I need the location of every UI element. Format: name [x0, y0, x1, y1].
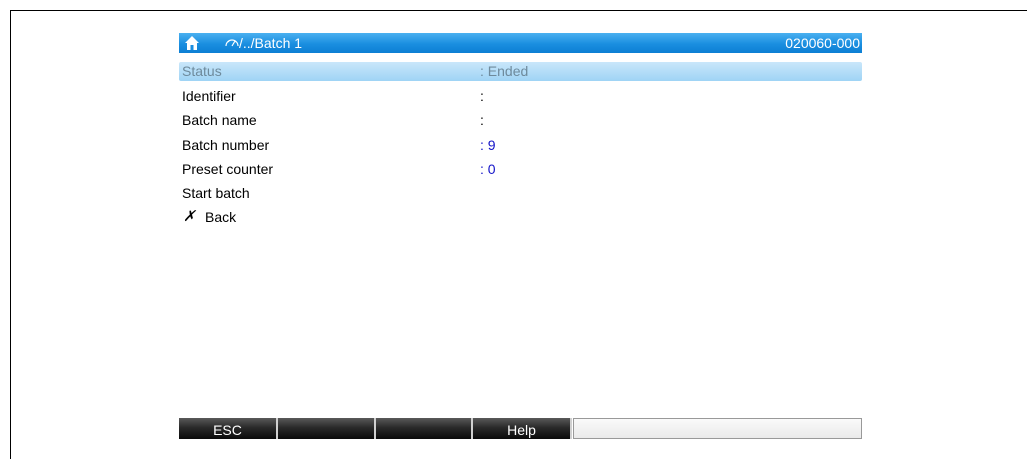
back-icon: ✗: [183, 208, 196, 226]
menu-item-label: Preset counter: [182, 160, 274, 177]
title-bar: /../Batch 1 020060-000: [179, 33, 862, 53]
softkey-3[interactable]: [376, 418, 473, 439]
menu-item-label: Batch number: [182, 136, 270, 153]
menu-item-value: :: [480, 112, 484, 129]
breadcrumb-path: /../Batch 1: [239, 35, 303, 51]
menu-item-start-batch[interactable]: Start batch: [179, 181, 862, 205]
menu-item-batch-name[interactable]: Batch name :: [179, 108, 862, 132]
menu-item-value: : 9: [480, 136, 496, 153]
menu-item-label: Back: [205, 209, 237, 226]
menu-list: Status : Ended Identifier : Batch name :…: [179, 62, 862, 230]
menu-item-preset-counter[interactable]: Preset counter : 0: [179, 157, 862, 181]
menu-item-value: : 0: [480, 160, 496, 177]
softkey-2[interactable]: [278, 418, 376, 439]
menu-item-batch-number[interactable]: Batch number : 9: [179, 133, 862, 157]
softkey-blank: [573, 418, 862, 439]
menu-item-back[interactable]: ✗ Back: [179, 205, 862, 229]
menu-item-value: :: [480, 88, 484, 104]
menu-item-label: Identifier: [182, 88, 236, 104]
home-icon[interactable]: [184, 34, 200, 52]
menu-item-label: Start batch: [182, 185, 250, 202]
menu-item-status[interactable]: Status : Ended: [179, 62, 862, 81]
softkey-help[interactable]: Help: [473, 418, 572, 439]
dial-icon: [225, 39, 239, 47]
menu-item-label: Status: [182, 63, 222, 79]
menu-item-label: Batch name: [182, 112, 257, 129]
menu-item-value: : Ended: [480, 63, 529, 79]
softkey-bar: ESC Help: [179, 418, 862, 439]
screen-code: 020060-000: [785, 35, 860, 51]
softkey-esc[interactable]: ESC: [179, 418, 278, 439]
menu-item-identifier[interactable]: Identifier :: [179, 84, 862, 108]
